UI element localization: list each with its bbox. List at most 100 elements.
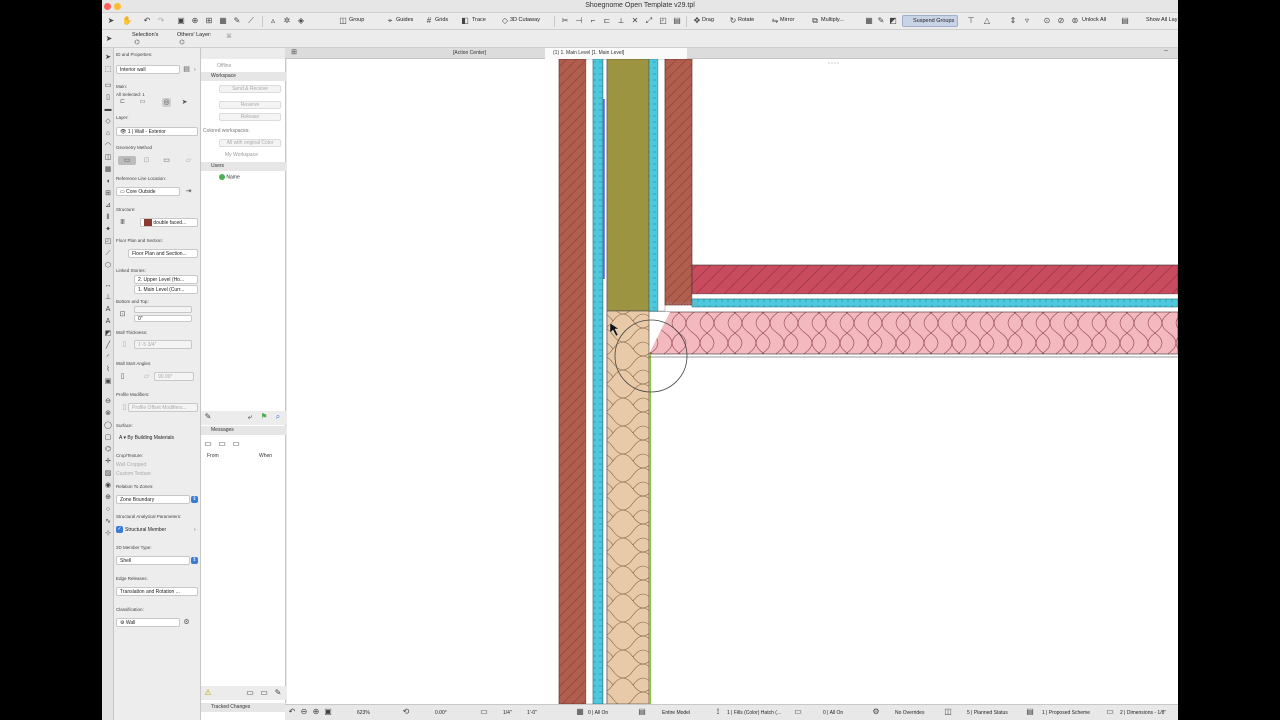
rotate-button[interactable]: Rotate	[738, 17, 754, 23]
mirror-icon[interactable]: ⇋	[770, 16, 780, 26]
messages-reply-icon[interactable]: ⤶	[245, 412, 255, 422]
fills-value[interactable]: 1 | Fills (Color) Hatch (...	[727, 710, 781, 716]
release-button[interactable]: Release	[219, 113, 281, 121]
zoom-in-icon[interactable]: ⊕	[311, 707, 321, 717]
fill-icon[interactable]: ◩	[888, 16, 898, 26]
renovation-icon[interactable]: ◫	[943, 707, 953, 717]
from-column[interactable]: From	[207, 453, 219, 459]
override-icon[interactable]: ⚙	[871, 707, 881, 717]
selection-filter-icon[interactable]: ⌬ ⌬	[132, 38, 142, 56]
wall-3d-icon[interactable]: ◎	[162, 98, 171, 107]
cutaway-icon[interactable]: ◇	[500, 16, 510, 26]
wall-geometry-icon[interactable]: ⊏	[118, 98, 127, 107]
offset-icon[interactable]: ⊏	[602, 16, 612, 26]
beam-tool-icon[interactable]: ▬	[104, 106, 112, 114]
more-tools-icon[interactable]: ⊹	[104, 530, 112, 538]
warning-icon[interactable]: ⚠	[203, 688, 213, 698]
zone-dropdown-icon[interactable]: ⇕	[191, 496, 198, 503]
label-tool-icon[interactable]: A	[104, 318, 112, 326]
messages-search-icon[interactable]: ⌕	[273, 412, 283, 422]
zone-field[interactable]: Zone Boundary	[116, 495, 190, 504]
msg-inbox-icon[interactable]: ▭	[203, 439, 213, 449]
layers2-icon[interactable]: ▭	[793, 707, 803, 717]
railing-tool-icon[interactable]: ⫴	[104, 214, 112, 222]
skylight-tool-icon[interactable]: ◫	[104, 154, 112, 162]
cube-icon[interactable]: ◈	[296, 16, 306, 26]
curtain-wall-tool-icon[interactable]: ▦	[104, 166, 112, 174]
spline-tool-icon[interactable]: ∿	[104, 518, 112, 526]
upper-level-field[interactable]: 2. Upper Level (Ho...	[134, 275, 198, 284]
tab-floor-plan[interactable]: (1) 1. Main Level [1. Main Level]	[545, 48, 687, 59]
column-tool-icon[interactable]: ▯	[104, 94, 112, 102]
classification-field[interactable]: ⚙ Wall	[116, 618, 180, 627]
messages-flag-icon[interactable]: ⚑	[259, 412, 269, 422]
zoom-out-icon[interactable]: ⊖	[299, 707, 309, 717]
model-value[interactable]: Entire Model	[662, 710, 690, 716]
fps-field[interactable]: Floor Plan and Section...	[128, 249, 198, 258]
zone-tool-icon[interactable]: ◰	[104, 238, 112, 246]
circle-tool-icon[interactable]: ○	[104, 506, 112, 514]
msg-sent-icon[interactable]: ▭	[217, 439, 227, 449]
change-tool-icon[interactable]: ⌬	[104, 446, 112, 454]
multiply-button[interactable]: Multiply...	[821, 17, 844, 23]
align-top-icon[interactable]: ⊤	[966, 16, 976, 26]
structure-field[interactable]: double faced...	[140, 218, 198, 227]
fill-tool-icon[interactable]: ◩	[104, 330, 112, 338]
mirror-button[interactable]: Mirror	[780, 17, 794, 23]
magic-wand-icon[interactable]: ✲	[282, 16, 292, 26]
bottom-offset-field[interactable]: 0"	[134, 315, 192, 322]
thickness-field[interactable]: 1'-5 3/4"	[134, 340, 192, 349]
stair-tool-icon[interactable]: ⊿	[104, 202, 112, 210]
show-all-layers-button[interactable]: Show All Lay	[1146, 17, 1178, 23]
infobox-options-icon[interactable]: ⌘	[224, 32, 234, 42]
ref-flip-icon[interactable]: ⇥	[184, 187, 193, 196]
msg-chat-icon[interactable]: ▭	[231, 439, 241, 449]
scheme-icon[interactable]: ▤	[1025, 707, 1035, 717]
structural-member-checkbox[interactable]: ✓	[116, 526, 123, 533]
chain-wall-icon[interactable]: ⊡	[142, 156, 151, 165]
worksheet-tool-icon[interactable]: ▢	[104, 434, 112, 442]
edge-field[interactable]: Translation and Rotation ...	[116, 587, 198, 596]
unlock-all-button[interactable]: Unlock All	[1082, 17, 1106, 23]
wall-tool-icon[interactable]: ▭	[104, 82, 112, 90]
reserve-button[interactable]: Reserve	[219, 101, 281, 109]
angle-slant-icon[interactable]: ▱	[142, 372, 151, 381]
pencil-icon[interactable]: ✎	[232, 16, 242, 26]
trace-button[interactable]: Trace	[472, 17, 486, 23]
arrange-icon[interactable]: ▿	[1022, 16, 1032, 26]
pan-hand-icon[interactable]: ✋	[122, 16, 132, 26]
multiply-icon[interactable]: ⧉	[810, 16, 820, 26]
door-tool-icon[interactable]: ◖	[104, 178, 112, 186]
adjust-icon[interactable]: ⊣	[574, 16, 584, 26]
cutaway-button[interactable]: 3D Cutaway	[510, 17, 540, 23]
drawing-tool-icon[interactable]: ▣	[104, 378, 112, 386]
navigator-icon[interactable]: ⊞	[289, 48, 299, 58]
bottom-top-icon[interactable]: ⊡	[118, 310, 127, 319]
layer-icon[interactable]: ▦	[864, 16, 874, 26]
resize-icon[interactable]: ⤢	[644, 16, 654, 26]
pen-icon[interactable]: ✎	[876, 16, 886, 26]
tracked-edit-icon[interactable]: ✎	[273, 688, 283, 698]
scissors-icon[interactable]: ✂	[560, 16, 570, 26]
text-tool-icon[interactable]: A	[104, 306, 112, 314]
overrides-value[interactable]: No Overrides	[895, 710, 924, 716]
eyedropper-icon[interactable]: ⟋	[246, 16, 256, 26]
tab-options-icon[interactable]: ⌔	[1161, 48, 1171, 58]
planned-value[interactable]: 5 | Planned Status	[967, 710, 1008, 716]
triangle-icon[interactable]: ▵	[268, 16, 278, 26]
show-layers-icon[interactable]: ▤	[1120, 16, 1130, 26]
roof-tool-icon[interactable]: ⌂	[104, 130, 112, 138]
unlock-all-icon[interactable]: ⊚	[1070, 16, 1080, 26]
angle-icon[interactable]: ▯	[118, 372, 127, 381]
dimension-tool-icon[interactable]: ↔	[104, 282, 112, 290]
fit-icon[interactable]: ▣	[323, 707, 333, 717]
wall-icon[interactable]: ▤	[672, 16, 682, 26]
when-column[interactable]: When	[259, 453, 272, 459]
slab-tool-icon[interactable]: ◇	[104, 118, 112, 126]
arrow-tool-icon[interactable]: ➤	[106, 16, 116, 26]
level-dim-tool-icon[interactable]: ⊥	[104, 294, 112, 302]
all-original-select[interactable]: All with original Color	[219, 139, 281, 147]
tracked-print-icon[interactable]: ▭	[259, 688, 269, 698]
composite-icon[interactable]: Ⅲ	[118, 218, 127, 227]
tracked-tool-icon[interactable]: ▭	[245, 688, 255, 698]
